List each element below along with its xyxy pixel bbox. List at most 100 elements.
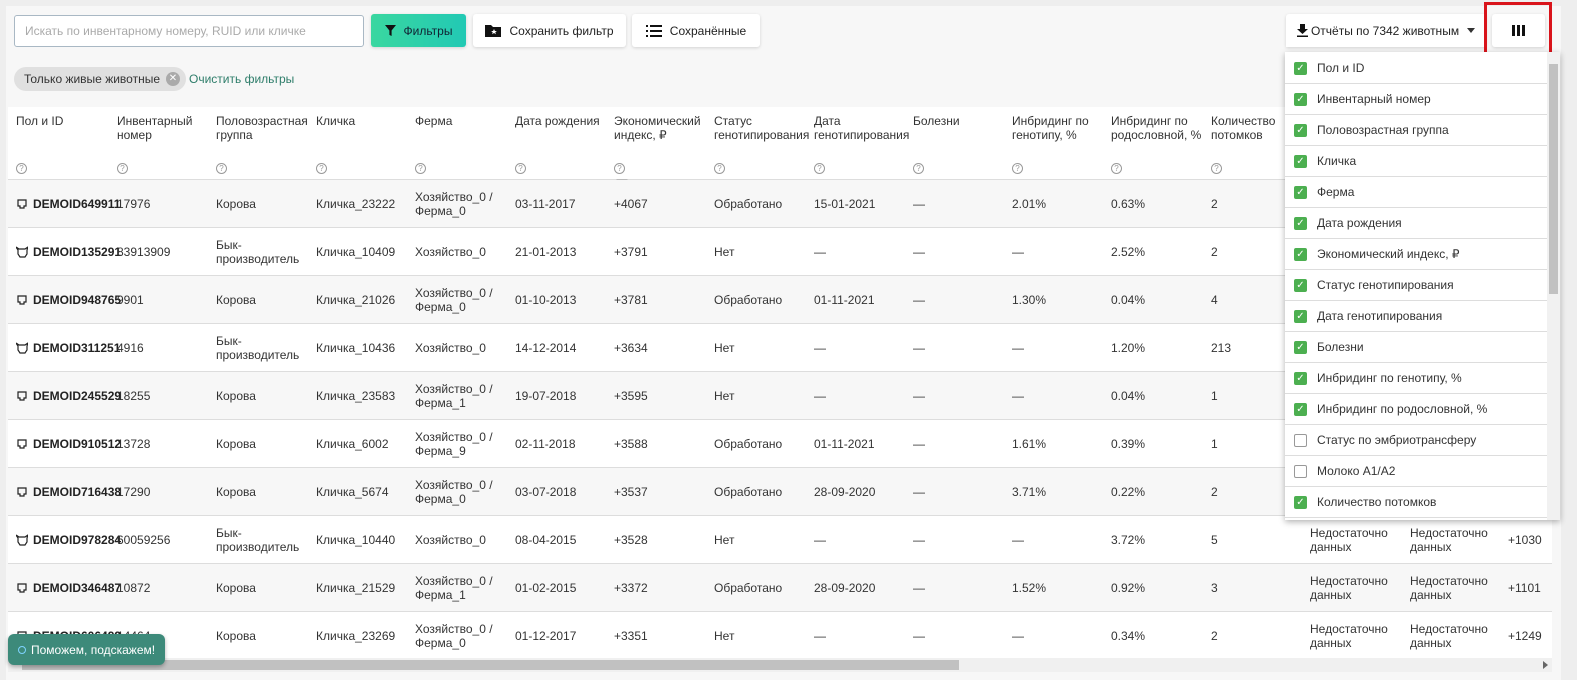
search-input[interactable] <box>14 15 364 47</box>
help-icon[interactable]: ? <box>1012 163 1023 174</box>
column-header[interactable]: Кличка <box>316 114 414 128</box>
column-toggle[interactable]: ✓ Инвентарный номер <box>1285 84 1547 115</box>
column-toggle[interactable]: Молоко A1/A2 <box>1285 456 1547 487</box>
cow-icon <box>16 390 28 402</box>
column-toggle[interactable]: ✓ Половозрастная группа <box>1285 115 1547 146</box>
column-toggle-label: Молоко A1/A2 <box>1317 464 1396 478</box>
x2-cell: Недостаточно данных <box>1410 573 1488 602</box>
animal-id[interactable]: DEMOID948765 <box>33 293 121 307</box>
column-header[interactable]: Статус генотипирования <box>714 114 812 142</box>
animal-id[interactable]: DEMOID245529 <box>33 389 121 403</box>
column-header[interactable]: Инбридинг по генотипу, % <box>1012 114 1110 142</box>
clear-filters-link[interactable]: Очистить фильтры <box>189 72 294 86</box>
dropdown-scrollbar[interactable] <box>1547 52 1560 520</box>
animal-id[interactable]: DEMOID978284 <box>33 533 121 547</box>
help-icon[interactable]: ? <box>814 163 825 174</box>
gstatus-cell: Обработано <box>714 484 783 499</box>
column-header[interactable]: Пол и ID <box>16 114 114 128</box>
index-cell: +3537 <box>614 484 648 499</box>
column-toggle[interactable]: Статус по эмбриотрансферу <box>1285 425 1547 456</box>
help-icon[interactable]: ? <box>1111 163 1122 174</box>
help-icon[interactable]: ? <box>913 163 924 174</box>
animal-id[interactable]: DEMOID346487 <box>33 581 121 595</box>
birth-cell: 14-12-2014 <box>515 340 577 355</box>
animal-id[interactable]: DEMOID716438 <box>33 485 121 499</box>
column-toggle[interactable]: ✓ Пол и ID <box>1285 53 1547 84</box>
column-toggle[interactable]: ✓ Инбридинг по генотипу, % <box>1285 363 1547 394</box>
checkbox[interactable]: ✓ <box>1294 495 1307 509</box>
birth-cell: 03-11-2017 <box>515 196 576 211</box>
filters-button[interactable]: Фильтры <box>371 14 466 47</box>
column-header[interactable]: Ферма <box>415 114 513 128</box>
reports-dropdown-button[interactable]: Отчёты по 7342 животным <box>1286 14 1486 47</box>
checkbox[interactable]: ✓ <box>1294 309 1307 323</box>
column-header[interactable]: Экономический индекс, ₽ <box>614 114 712 142</box>
gdate-cell: 15-01-2021 <box>814 196 876 211</box>
animal-id[interactable]: DEMOID135291 <box>33 245 121 259</box>
checkbox[interactable]: ✓ <box>1294 247 1307 261</box>
cow-icon <box>16 198 28 210</box>
help-icon[interactable]: ? <box>415 163 426 174</box>
help-icon[interactable]: ? <box>515 163 526 174</box>
help-icon[interactable]: ? <box>714 163 725 174</box>
checkbox[interactable] <box>1294 433 1307 447</box>
checkbox[interactable]: ✓ <box>1294 92 1307 106</box>
checkbox[interactable]: ✓ <box>1294 185 1307 199</box>
column-toggle[interactable]: ✓ Ферма <box>1285 177 1547 208</box>
dropdown-scrollbar-thumb[interactable] <box>1549 64 1558 294</box>
help-icon[interactable]: ? <box>614 163 625 174</box>
gstatus-cell: Нет <box>714 244 735 259</box>
column-header[interactable]: Половозрастная группа <box>216 114 314 142</box>
column-toggle-label: Количество потомков <box>1317 495 1437 509</box>
column-header[interactable]: Инвентарный номер <box>117 114 215 142</box>
help-chat-button[interactable]: Поможем, подскажем! <box>8 634 166 665</box>
column-header[interactable]: Дата генотипирования <box>814 114 912 142</box>
checkbox[interactable]: ✓ <box>1294 61 1307 75</box>
table-row[interactable]: DEMOID346487 10872 Корова Кличка_21529 Хозяй… <box>8 564 1552 612</box>
table-row[interactable]: DEMOID978284 60059256 Бык-производитель Кли… <box>8 516 1552 564</box>
help-icon[interactable]: ? <box>1211 163 1222 174</box>
filter-chip-alive[interactable]: Только живые животные ✕ <box>14 67 186 91</box>
birth-cell: 08-04-2015 <box>515 532 577 547</box>
column-header[interactable]: Дата рождения <box>515 114 613 128</box>
help-icon[interactable]: ? <box>316 163 327 174</box>
column-toggle[interactable]: ✓ Дата рождения <box>1285 208 1547 239</box>
off-cell: 3 <box>1211 580 1218 595</box>
help-icon[interactable]: ? <box>16 163 27 174</box>
help-icon[interactable]: ? <box>117 163 128 174</box>
column-toggle[interactable]: ✓ Количество потомков <box>1285 487 1547 518</box>
animal-id[interactable]: DEMOID649911 <box>33 197 120 211</box>
column-toggle[interactable]: ✓ Статус генотипирования <box>1285 270 1547 301</box>
checkbox[interactable]: ✓ <box>1294 340 1307 354</box>
help-icon[interactable]: ? <box>216 163 227 174</box>
column-toggle[interactable]: ✓ Кличка <box>1285 146 1547 177</box>
checkbox[interactable]: ✓ <box>1294 371 1307 385</box>
column-header[interactable]: Инбридинг по родословной, % <box>1111 114 1209 142</box>
column-toggle-label: Инбридинг по родословной, % <box>1317 402 1488 416</box>
column-toggle[interactable]: ✓ Инбридинг по родословной, % <box>1285 394 1547 425</box>
checkbox[interactable]: ✓ <box>1294 123 1307 137</box>
save-filter-button[interactable]: Сохранить фильтр <box>473 14 626 47</box>
name-cell: Кличка_10409 <box>316 244 396 259</box>
checkbox[interactable]: ✓ <box>1294 154 1307 168</box>
checkbox[interactable] <box>1294 464 1307 478</box>
saved-filters-button[interactable]: Сохранённые <box>632 14 760 47</box>
animal-id[interactable]: DEMOID311251 <box>33 341 120 355</box>
column-header[interactable]: Болезни <box>913 114 1011 128</box>
checkbox[interactable]: ✓ <box>1294 278 1307 292</box>
animal-id[interactable]: DEMOID910512 <box>33 437 121 451</box>
table-row[interactable]: DEMOID60649914464КороваКличка_23269Хозяй… <box>8 612 1552 658</box>
checkbox[interactable]: ✓ <box>1294 216 1307 230</box>
close-icon[interactable]: ✕ <box>166 72 180 86</box>
column-toggle[interactable]: ✓ Экономический индекс, ₽ <box>1285 239 1547 270</box>
ip-cell: 0.22% <box>1111 484 1146 499</box>
checkbox[interactable]: ✓ <box>1294 402 1307 416</box>
gdate-cell: — <box>814 532 826 547</box>
folder-star-icon <box>485 25 502 37</box>
column-toggle[interactable]: ✓ Дата генотипирования <box>1285 301 1547 332</box>
scroll-right-icon[interactable] <box>1543 661 1548 669</box>
column-toggle[interactable]: ✓ Болезни <box>1285 332 1547 363</box>
horizontal-scrollbar[interactable] <box>8 658 1552 672</box>
gdate-cell: 28-09-2020 <box>814 484 876 499</box>
gstatus-cell: Нет <box>714 340 735 355</box>
